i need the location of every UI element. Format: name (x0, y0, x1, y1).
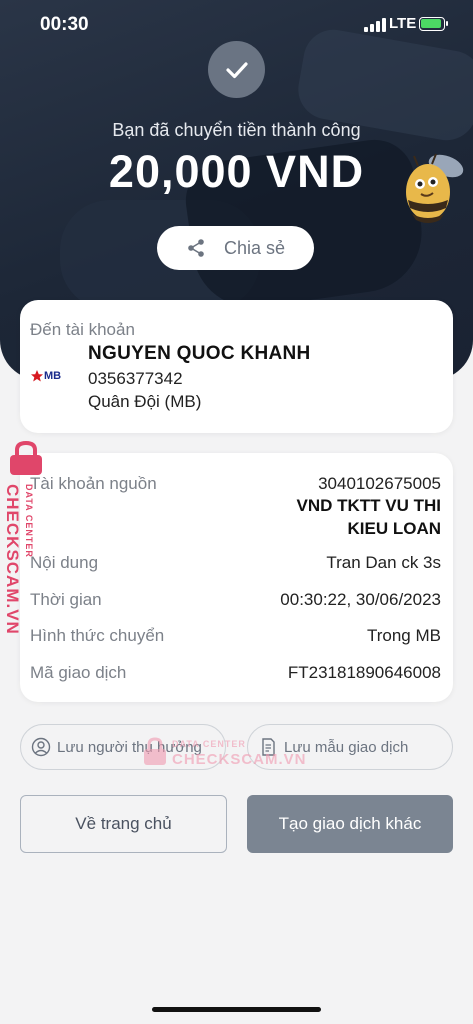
recipient-card: Đến tài khoản MB NGUYEN QUOC KHANH 03563… (20, 300, 453, 433)
transaction-id-value: FT23181890646008 (287, 663, 441, 682)
check-icon (208, 41, 265, 98)
save-template-button[interactable]: Lưu mẫu giao dịch (247, 724, 453, 770)
recipient-account: 0356377342 (88, 369, 183, 388)
battery-icon (419, 17, 448, 31)
home-button[interactable]: Về trang chủ (20, 795, 227, 853)
recipient-name: NGUYEN QUOC KHANH (88, 343, 311, 364)
share-button[interactable]: Chia sẻ (157, 226, 314, 270)
home-button-label: Về trang chủ (75, 814, 172, 833)
content-value: Tran Dan ck 3s (326, 553, 441, 572)
new-transaction-button[interactable]: Tạo giao dịch khác (247, 795, 453, 853)
share-icon (188, 239, 204, 257)
time-value: 00:30:22, 30/06/2023 (280, 590, 441, 609)
user-circle-icon (31, 737, 51, 757)
bee-mascot-icon (406, 153, 464, 223)
save-template-label: Lưu mẫu giao dịch (284, 738, 409, 756)
network-label: LTE (389, 15, 417, 32)
time-label: Thời gian (30, 590, 102, 609)
source-account-label: Tài khoản nguồn (30, 474, 157, 493)
signal-icon (364, 18, 386, 32)
source-account-name-2: KIEU LOAN (347, 519, 442, 538)
recipient-label: Đến tài khoản (30, 320, 135, 339)
source-account-name-1: VND TKTT VU THI (296, 496, 442, 515)
transaction-id-label: Mã giao dịch (30, 663, 127, 682)
watermark-brand: CHECKSCAM.VN (3, 484, 22, 635)
home-indicator (152, 1007, 321, 1012)
content-label: Nội dung (30, 553, 99, 572)
success-message: Bạn đã chuyển tiền thành công (112, 120, 361, 140)
document-icon (262, 738, 275, 756)
source-account-number: 3040102675005 (318, 474, 441, 493)
save-recipient-label: Lưu người thụ hưởng (57, 738, 202, 756)
new-transaction-label: Tạo giao dịch khác (278, 814, 422, 833)
status-time: 00:30 (40, 14, 89, 35)
transaction-details-card: Tài khoản nguồn 3040102675005 VND TKTT V… (20, 453, 453, 702)
bank-logo: MB (44, 370, 62, 382)
save-recipient-button[interactable]: Lưu người thụ hưởng (20, 724, 226, 770)
method-label: Hình thức chuyển (30, 626, 165, 645)
share-label: Chia sẻ (223, 237, 286, 258)
recipient-bank: Quân Đội (MB) (88, 392, 202, 411)
method-value: Trong MB (366, 626, 441, 645)
